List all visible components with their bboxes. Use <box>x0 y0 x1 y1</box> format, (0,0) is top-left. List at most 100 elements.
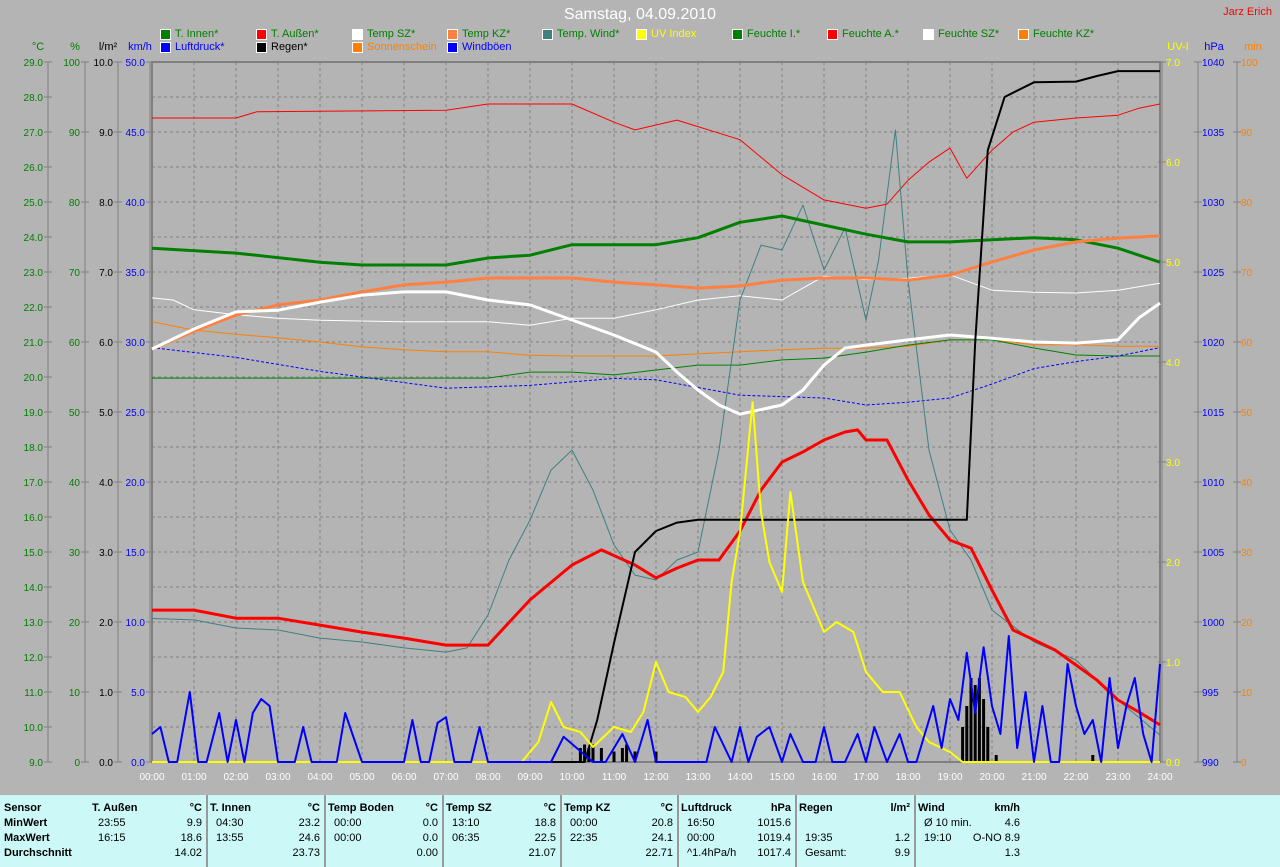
axis-tick-label: 4.0 <box>1166 358 1180 369</box>
stats-row: 13:55 24.6 <box>206 831 324 846</box>
axis-tick-label: 30 <box>1241 548 1253 559</box>
axis-tick-label: 21.0 <box>24 338 44 349</box>
axis-tick-label: 6.0 <box>1166 158 1180 169</box>
axis-tick-label: 20 <box>1241 618 1253 629</box>
stats-cell: Temp KZ <box>564 802 611 814</box>
stats-cell <box>918 846 924 861</box>
stats-row: 0.00 <box>324 846 442 861</box>
legend-item: Temp SZ* <box>352 28 415 40</box>
x-tick-label: 22:00 <box>1063 772 1088 783</box>
legend-item: Feuchte KZ* <box>1018 28 1094 40</box>
stats-row: Regen l/m² <box>795 801 914 816</box>
axis-tick-label: 60 <box>69 338 81 349</box>
stats-cell: km/h <box>994 802 1020 814</box>
axis-tick-label: 7.0 <box>1166 58 1180 69</box>
stats-cell: 00:00 <box>334 817 362 829</box>
stats-cell: 13:10 <box>452 817 480 829</box>
stats-cell: O-NO 8.9 <box>972 832 1020 844</box>
stats-column: Temp Boden °C 00:00 0.0 00:00 0.0 0.00 <box>324 795 444 867</box>
stats-row: 00:00 20.8 <box>560 816 677 831</box>
stats-cell: T. Innen <box>210 802 251 814</box>
x-tick-label: 00:00 <box>139 772 164 783</box>
axis-tick-label: 30 <box>69 548 81 559</box>
stats-column: Regen l/m² 19:35 1.2 Gesamt: 9.9 <box>795 795 916 867</box>
axis-tick-label: 9.0 <box>29 758 43 769</box>
chart-title: Samstag, 04.09.2010 <box>563 6 717 23</box>
axis-tick-label: 995 <box>1202 688 1219 699</box>
axis-tick-label: 40.0 <box>126 198 146 209</box>
legend-item: Luftdruck* <box>160 41 225 53</box>
stats-cell: 00:00 <box>570 817 598 829</box>
legend-label: T. Außen* <box>271 28 319 40</box>
stats-cell: 00:00 <box>334 832 362 844</box>
legend-item: Regen* <box>256 41 308 53</box>
legend-swatch <box>352 28 363 40</box>
axis-tick-label: 35.0 <box>126 268 146 279</box>
axis-tick-label: 15.0 <box>126 548 146 559</box>
axis-tick-label: 1.0 <box>99 688 113 699</box>
legend-item: UV Index <box>636 28 696 40</box>
axis-tick-label: 2.0 <box>99 618 113 629</box>
axis-tick-label: 10.0 <box>24 723 44 734</box>
stats-row <box>795 816 914 831</box>
stats-cell: Regen <box>799 802 833 814</box>
stats-cell: 16:15 <box>98 832 126 844</box>
axis-tick-label: 3.0 <box>99 548 113 559</box>
stats-cell: 00:00 <box>687 832 715 844</box>
stats-row: 06:35 22.5 <box>442 831 560 846</box>
x-tick-label: 02:00 <box>223 772 248 783</box>
stats-cell: MinWert <box>4 817 48 829</box>
legend-swatch <box>447 28 458 40</box>
stats-column: Wind km/h Ø 10 min. 4.6 19:10 O-NO 8.9 1.3 <box>914 795 1024 867</box>
legend-item: T. Außen* <box>256 28 319 40</box>
series-feuchte-sz <box>151 274 1161 326</box>
axis-tick-label: 14.0 <box>24 583 44 594</box>
stats-cell: 16:50 <box>687 817 715 829</box>
axis-tick-label: 0.0 <box>99 758 113 769</box>
stats-row: 04:30 23.2 <box>206 816 324 831</box>
stats-cell <box>328 846 334 861</box>
axis-tick-label: 27.0 <box>24 128 44 139</box>
stats-cell <box>564 846 570 861</box>
stats-cell: 18.6 <box>180 832 202 844</box>
axis-unit-label: °C <box>32 41 44 53</box>
axis-tick-label: 5.0 <box>131 688 145 699</box>
stats-cell: 23.2 <box>298 817 320 829</box>
axis-tick-label: 7.0 <box>99 268 113 279</box>
stats-row: Temp SZ °C <box>442 801 560 816</box>
axis-tick-label: 2.0 <box>1166 558 1180 569</box>
stats-row: 1.3 <box>914 846 1024 861</box>
x-tick-label: 20:00 <box>979 772 1004 783</box>
axis-tick-label: 0 <box>74 758 80 769</box>
legend-label: Windböen <box>462 41 512 53</box>
axis-tick-label: 80 <box>1241 198 1253 209</box>
legend-label: Luftdruck* <box>175 41 225 53</box>
axis-unit-label: km/h <box>128 41 152 53</box>
stats-cell: 18.8 <box>534 817 556 829</box>
stats-row: 23:55 9.9 <box>88 816 206 831</box>
stats-row: 21.07 <box>442 846 560 861</box>
stats-cell: °C <box>543 802 556 814</box>
rain-bar <box>1091 755 1095 762</box>
axis-tick-label: 16.0 <box>24 513 44 524</box>
legend-label: Feuchte SZ* <box>938 28 1000 40</box>
legend-label: UV Index <box>651 28 697 40</box>
stats-row: T. Außen °C <box>88 801 206 816</box>
stats-column: T. Innen °C 04:30 23.2 13:55 24.6 23.73 <box>206 795 326 867</box>
stats-row: 00:00 0.0 <box>324 831 442 846</box>
x-tick-label: 09:00 <box>517 772 542 783</box>
stats-cell: Gesamt: <box>805 847 847 859</box>
rain-bar <box>973 685 977 762</box>
legend-swatch <box>827 28 838 40</box>
stats-row: 16:15 18.6 <box>88 831 206 846</box>
stats-row: 22:35 24.1 <box>560 831 677 846</box>
axis-tick-label: 100 <box>63 58 80 69</box>
x-tick-label: 03:00 <box>265 772 290 783</box>
user-name: Jarz Erich <box>1223 6 1272 18</box>
x-tick-label: 06:00 <box>391 772 416 783</box>
stats-cell: 1017.4 <box>757 847 791 859</box>
axis-tick-label: 1025 <box>1202 268 1225 279</box>
legend-item: Feuchte A.* <box>827 28 899 40</box>
legend-swatch <box>256 41 267 53</box>
axis-tick-label: 90 <box>1241 128 1253 139</box>
